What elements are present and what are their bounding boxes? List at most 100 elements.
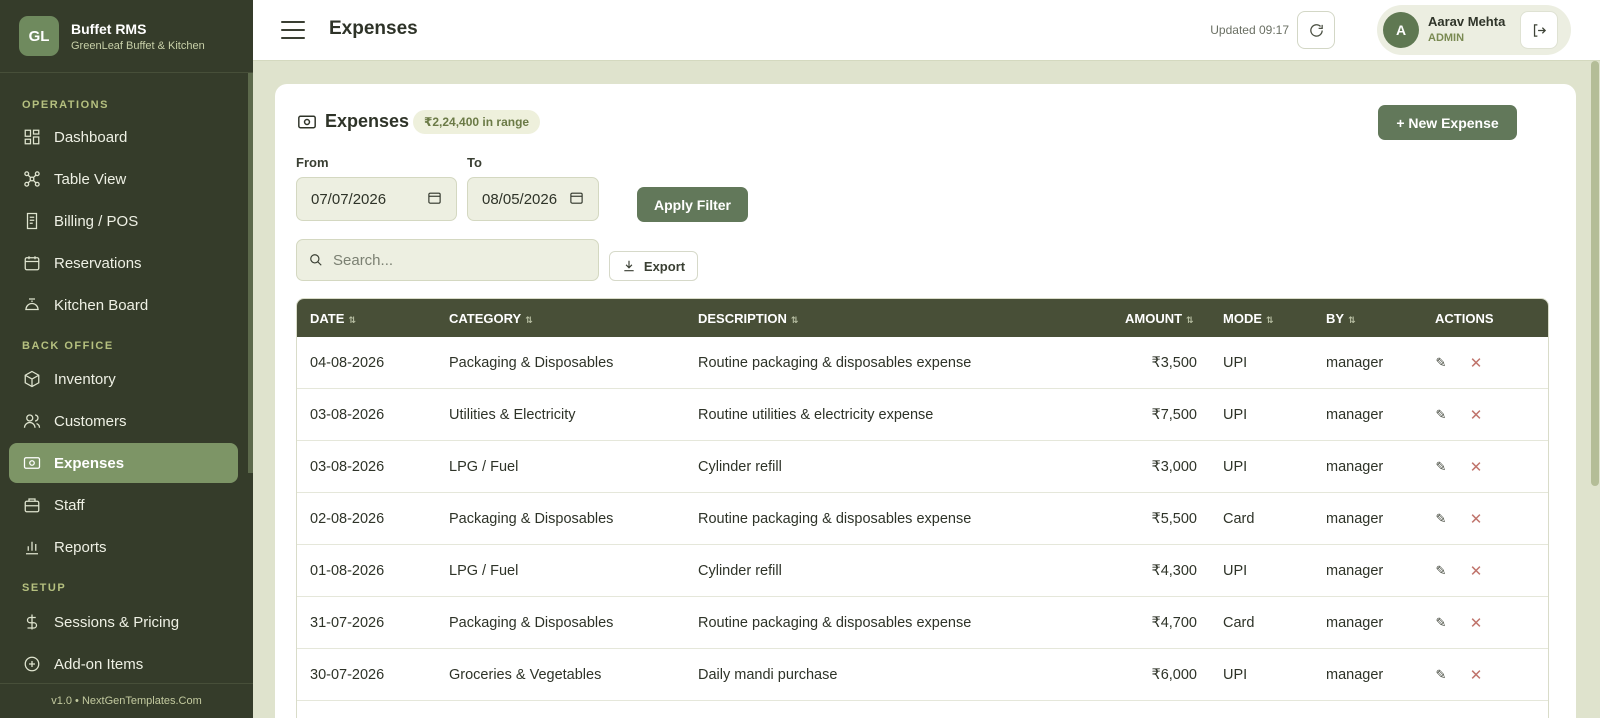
sidebar-item-billing-pos[interactable]: Billing / POS — [9, 201, 238, 241]
section-title-back-office: BACK OFFICE — [22, 340, 114, 352]
cell-mode: UPI — [1223, 563, 1248, 579]
sidebar-item-table-view[interactable]: Table View — [9, 159, 238, 199]
cell-date: 04-08-2026 — [310, 355, 385, 371]
sidebar-item-kitchen-board[interactable]: Kitchen Board — [9, 285, 238, 325]
download-icon — [624, 260, 634, 272]
cell-by: manager — [1326, 667, 1384, 683]
page-scrollbar-thumb[interactable] — [1591, 61, 1599, 486]
cell-description: Cylinder refill — [698, 459, 782, 475]
cell-description: Routine packaging & disposables expense — [698, 511, 972, 527]
sort-icon: ⇅ — [1348, 315, 1356, 325]
delete-icon[interactable]: ✕ — [1466, 509, 1486, 529]
cloche-icon — [22, 295, 42, 315]
user-card[interactable]: A Aarav Mehta ADMIN — [1377, 5, 1571, 55]
dollar-icon — [22, 612, 42, 632]
sidebar-item-sessions-pricing[interactable]: Sessions & Pricing — [9, 602, 238, 642]
table-row[interactable]: 30-07-2026 Groceries & Vegetables Daily … — [297, 649, 1548, 701]
wallet-icon — [297, 113, 317, 131]
search-icon — [310, 254, 322, 266]
edit-icon[interactable]: ✎ — [1431, 457, 1451, 477]
edit-icon[interactable]: ✎ — [1431, 353, 1451, 373]
edit-icon[interactable]: ✎ — [1431, 613, 1451, 633]
cell-mode: Card — [1223, 615, 1255, 631]
edit-icon[interactable]: ✎ — [1431, 561, 1451, 581]
cell-category: Packaging & Disposables — [449, 355, 614, 371]
grid-icon — [22, 127, 42, 147]
sort-icon: ⇅ — [1186, 315, 1194, 325]
receipt-icon — [22, 211, 42, 231]
avatar: A — [1383, 12, 1419, 48]
cell-by: manager — [1326, 407, 1384, 423]
column-header-amount[interactable]: AMOUNT ⇅ — [1125, 311, 1194, 326]
table-row[interactable]: 01-08-2026 LPG / Fuel Cylinder refill ₹4… — [297, 545, 1548, 597]
from-date-input[interactable]: 07/07/2026 — [296, 177, 457, 221]
cell-amount: ₹6,000 — [1151, 667, 1197, 683]
cell-category: Packaging & Disposables — [449, 511, 614, 527]
expenses-table: DATE ⇅ CATEGORY ⇅ DESCRIPTION ⇅ AMOUNT ⇅ MOD… — [296, 298, 1549, 718]
sidebar-scrollbar[interactable] — [248, 73, 253, 473]
brand-name: Buffet RMS — [71, 20, 147, 37]
table-row[interactable]: 03-08-2026 LPG / Fuel Cylinder refill ₹3… — [297, 441, 1548, 493]
cell-category: Utilities & Electricity — [449, 407, 576, 423]
delete-icon[interactable]: ✕ — [1466, 561, 1486, 581]
cell-description: Routine utilities & electricity expense — [698, 407, 934, 423]
sidebar-item-staff[interactable]: Staff — [9, 485, 238, 525]
sidebar-item-reservations[interactable]: Reservations — [9, 243, 238, 283]
cell-by: manager — [1326, 615, 1384, 631]
column-header-date[interactable]: DATE ⇅ — [310, 311, 356, 326]
sidebar-item-label: Billing / POS — [54, 212, 139, 230]
menu-toggle-button[interactable] — [281, 18, 305, 42]
table-row[interactable]: 02-08-2026 Packaging & Disposables Routi… — [297, 493, 1548, 545]
table-row[interactable]: 31-07-2026 Packaging & Disposables Routi… — [297, 597, 1548, 649]
sidebar-item-inventory[interactable]: Inventory — [9, 359, 238, 399]
refresh-button[interactable] — [1297, 11, 1335, 49]
edit-icon[interactable]: ✎ — [1431, 665, 1451, 685]
sidebar-item-expenses[interactable]: Expenses — [9, 443, 238, 483]
sidebar-item-label: Reports — [54, 538, 107, 556]
calendar-icon[interactable] — [427, 190, 442, 209]
calendar-icon[interactable] — [569, 190, 584, 209]
sort-icon: ⇅ — [525, 315, 533, 325]
cell-amount: ₹3,500 — [1151, 355, 1197, 371]
cell-date: 01-08-2026 — [310, 563, 385, 579]
column-header-by[interactable]: BY ⇅ — [1326, 311, 1356, 326]
page-scrollbar[interactable] — [1590, 61, 1600, 718]
table-row[interactable]: 03-08-2026 Utilities & Electricity Routi… — [297, 389, 1548, 441]
delete-icon[interactable]: ✕ — [1466, 613, 1486, 633]
search-field[interactable] — [296, 239, 599, 281]
edit-icon[interactable]: ✎ — [1431, 509, 1451, 529]
column-header-description[interactable]: DESCRIPTION ⇅ — [698, 311, 798, 326]
apply-filter-button[interactable]: Apply Filter — [637, 187, 748, 222]
brand-subtitle: GreenLeaf Buffet & Kitchen — [71, 39, 205, 52]
box-icon — [22, 369, 42, 389]
search-input[interactable] — [333, 251, 583, 269]
brand[interactable]: GL Buffet RMS GreenLeaf Buffet & Kitchen — [0, 0, 253, 73]
delete-icon[interactable]: ✕ — [1466, 405, 1486, 425]
nodes-icon — [22, 169, 42, 189]
export-button[interactable]: Export — [609, 251, 698, 281]
logout-button[interactable] — [1520, 11, 1558, 49]
delete-icon[interactable]: ✕ — [1466, 457, 1486, 477]
wallet-icon — [22, 453, 42, 473]
table-row[interactable]: 04-08-2026 Packaging & Disposables Routi… — [297, 337, 1548, 389]
sidebar-item-reports[interactable]: Reports — [9, 527, 238, 567]
cell-category: Groceries & Vegetables — [449, 667, 602, 683]
sidebar-item-add-on-items[interactable]: Add-on Items — [9, 644, 238, 683]
delete-icon[interactable]: ✕ — [1466, 353, 1486, 373]
card-title: Expenses — [325, 111, 410, 131]
sidebar-item-dashboard[interactable]: Dashboard — [9, 117, 238, 157]
delete-icon[interactable]: ✕ — [1466, 665, 1486, 685]
sort-icon: ⇅ — [790, 315, 799, 325]
cell-by: manager — [1326, 563, 1384, 579]
edit-icon[interactable]: ✎ — [1431, 405, 1451, 425]
new-expense-button[interactable]: + New Expense — [1378, 105, 1517, 140]
to-date-input[interactable]: 08/05/2026 — [467, 177, 599, 221]
cell-category: LPG / Fuel — [449, 563, 519, 579]
plus-circle-icon — [22, 654, 42, 674]
cell-amount: ₹3,000 — [1151, 459, 1197, 475]
sidebar-item-customers[interactable]: Customers — [9, 401, 238, 441]
column-header-mode[interactable]: MODE ⇅ — [1223, 311, 1274, 326]
sidebar-item-label: Kitchen Board — [54, 296, 149, 314]
column-header-category[interactable]: CATEGORY ⇅ — [449, 311, 533, 326]
cell-description: Cylinder refill — [698, 563, 782, 579]
